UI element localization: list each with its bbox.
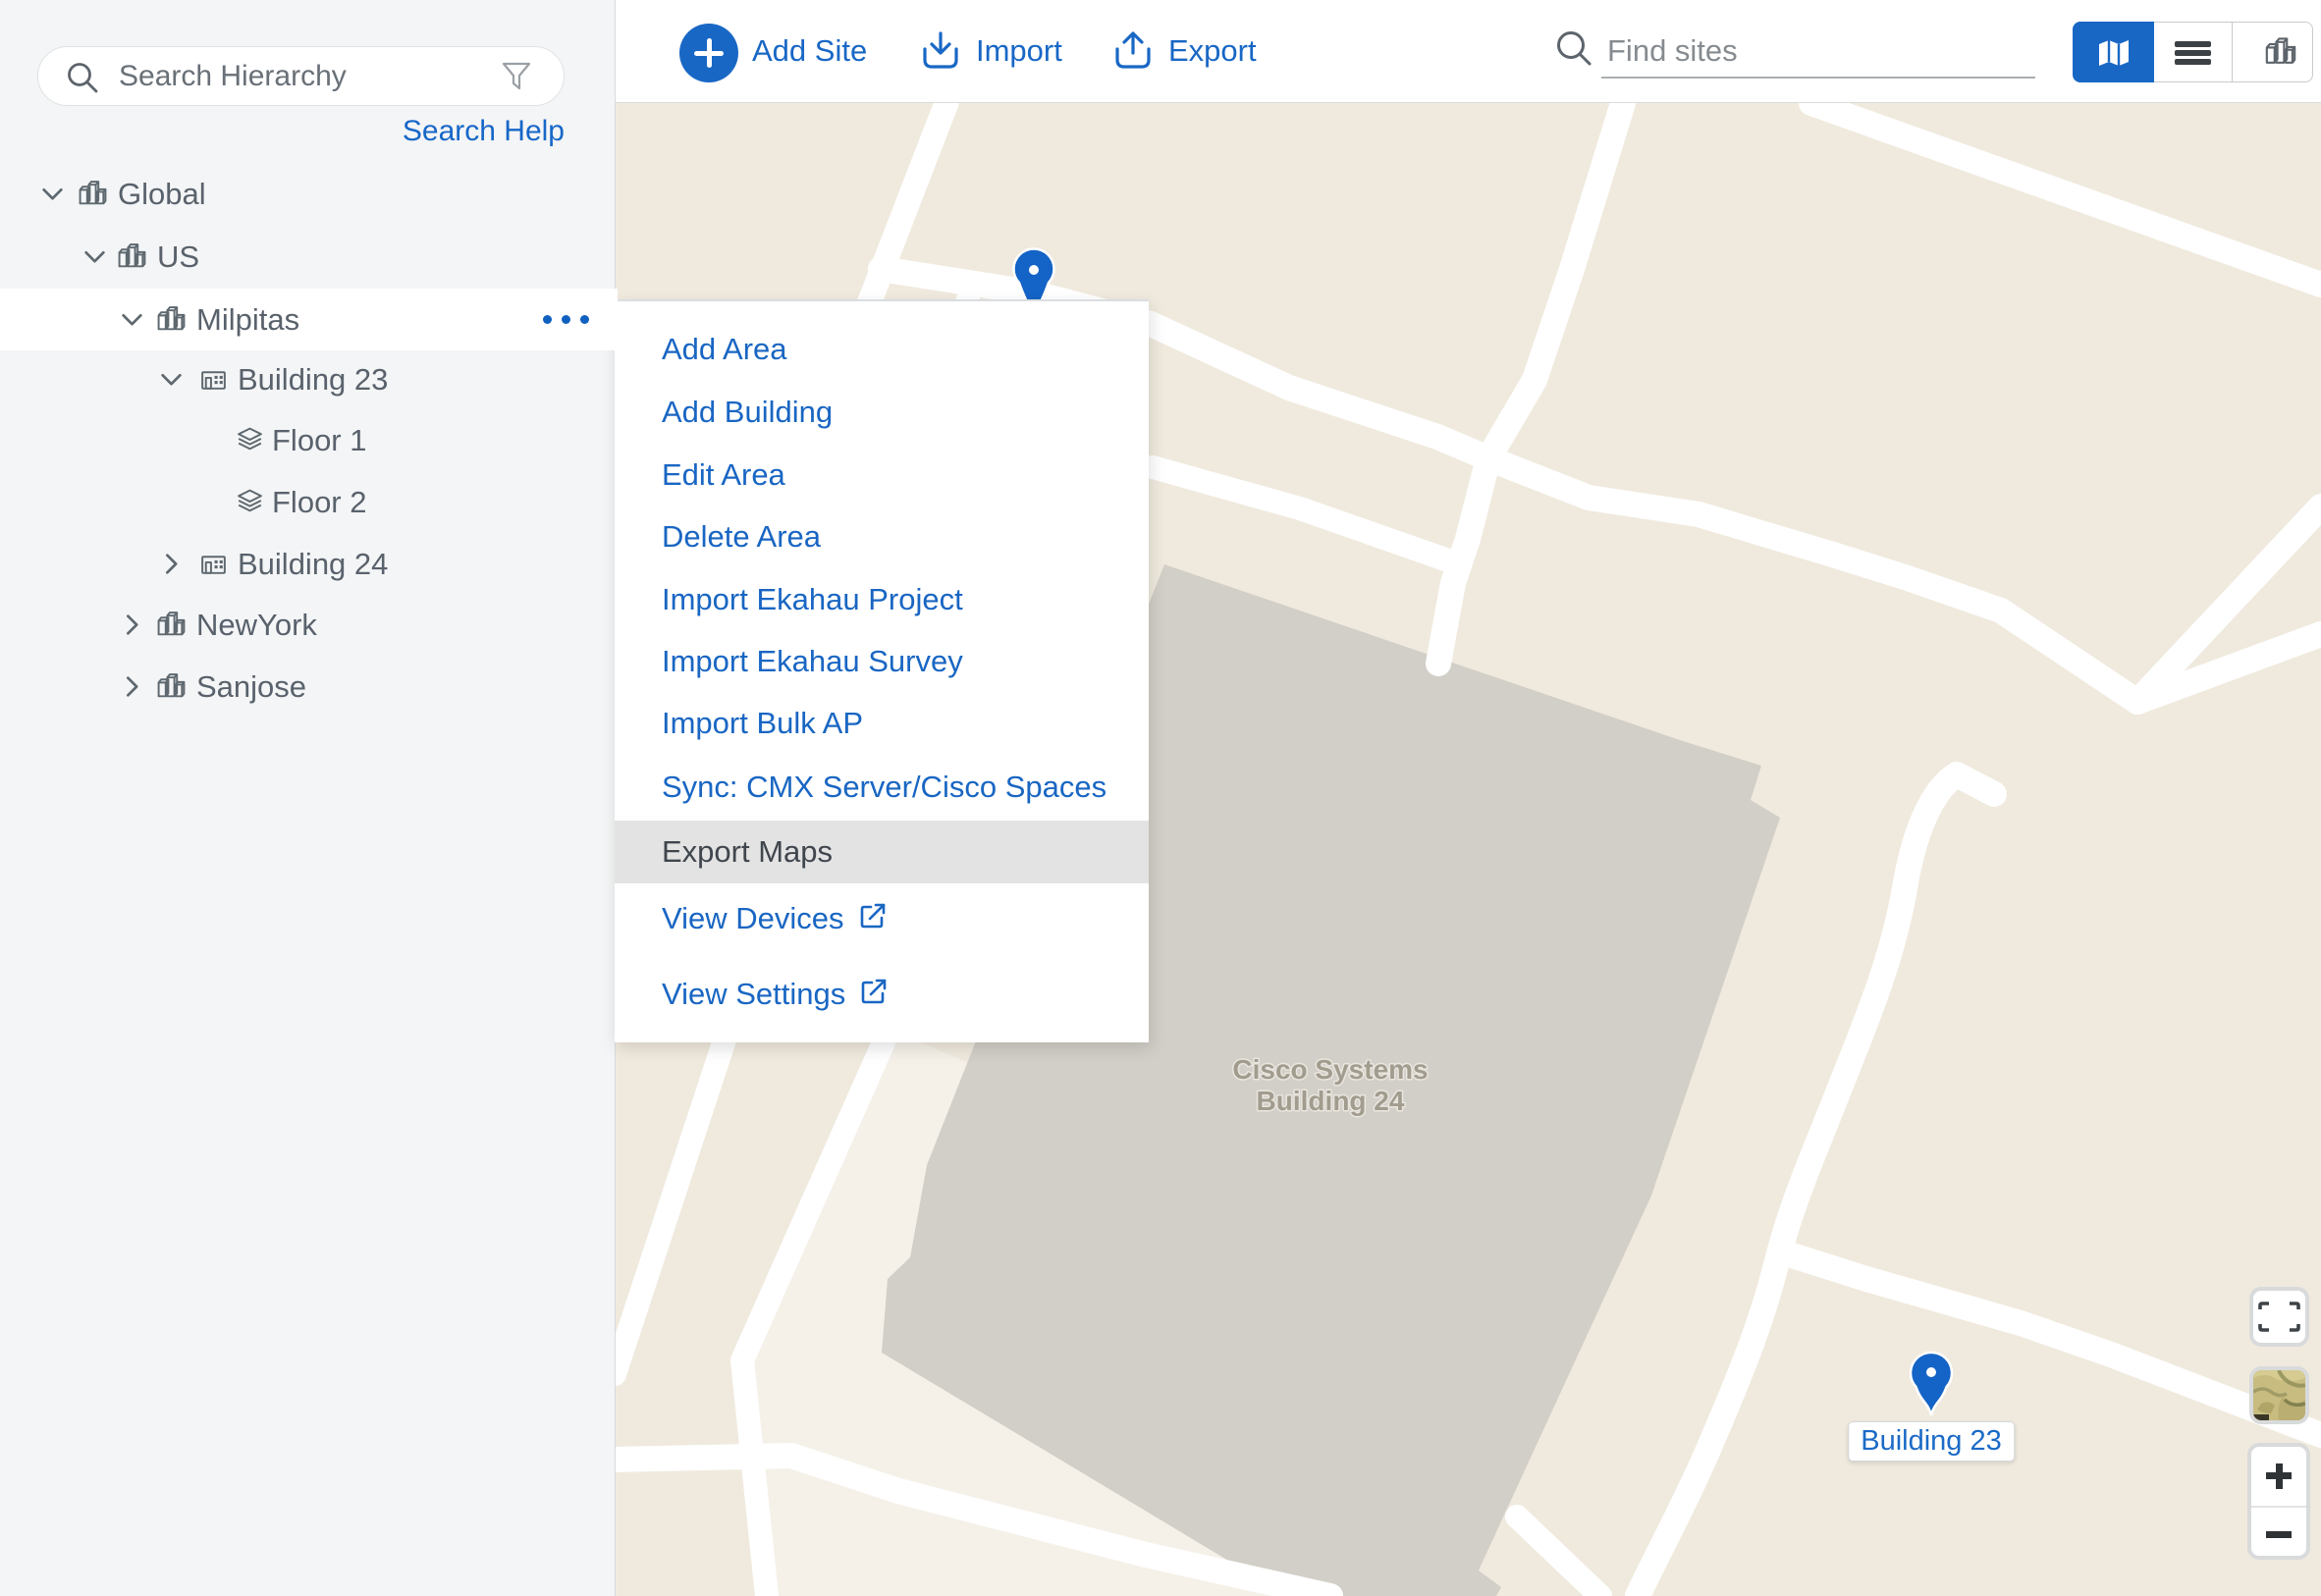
svg-text:Building 24: Building 24 <box>1257 1086 1405 1116</box>
svg-text:Cisco Systems: Cisco Systems <box>1232 1054 1428 1085</box>
